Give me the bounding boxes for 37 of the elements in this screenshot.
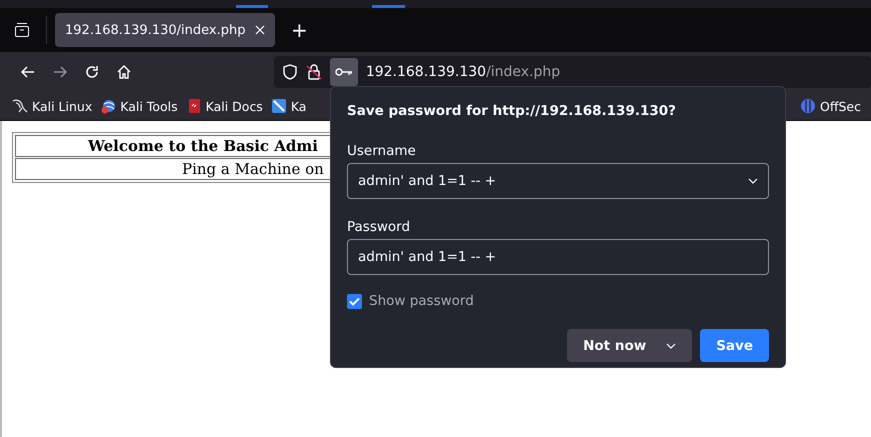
key-icon[interactable]	[334, 67, 353, 77]
not-now-button[interactable]: Not now	[567, 329, 692, 362]
logo-icon[interactable]	[800, 98, 816, 114]
shield-icon[interactable]	[282, 64, 298, 80]
globe-icon[interactable]	[100, 98, 116, 114]
bookmark-link[interactable]: Kali Tools	[120, 98, 178, 114]
checkbox-label[interactable]: Show password	[369, 293, 474, 309]
checkbox[interactable]	[347, 294, 362, 308]
popup-title: Save password for http://192.168.139.130?	[347, 103, 677, 119]
field-label: Password	[347, 219, 412, 235]
caret-icon[interactable]	[666, 342, 676, 348]
address-bar[interactable]: 192.168.139.130/index.php	[274, 56, 871, 88]
bookmark-link[interactable]: Kali Docs	[206, 98, 263, 114]
save-button[interactable]: Save	[700, 329, 769, 362]
field-label: Username	[347, 143, 417, 159]
page-heading: Welcome to the Basic Admi	[88, 137, 318, 155]
page-subheading: Ping a Machine on	[182, 160, 324, 178]
forward-icon[interactable]	[52, 64, 68, 80]
tab-indicator	[236, 5, 268, 8]
url-text: 192.168.139.130/index.php	[366, 64, 560, 80]
new-tab-button[interactable]: +	[283, 18, 316, 42]
tab-indicator	[372, 5, 405, 8]
tool-icon[interactable]	[270, 98, 287, 114]
reload-icon[interactable]	[84, 64, 100, 80]
username-field[interactable]: admin' and 1=1 -- +	[347, 163, 769, 199]
browser-tab[interactable]: 192.168.139.130/index.php	[55, 13, 275, 47]
dropdown-icon[interactable]	[748, 178, 758, 184]
bookmark-link[interactable]: OffSec	[820, 98, 861, 114]
password-field[interactable]: admin' and 1=1 -- +	[347, 239, 769, 275]
back-icon[interactable]	[20, 64, 36, 80]
home-icon[interactable]	[116, 64, 132, 80]
dragon-icon[interactable]	[12, 98, 28, 114]
insecure-lock-icon[interactable]	[306, 64, 322, 80]
close-icon[interactable]	[255, 25, 265, 35]
bookmark-link[interactable]: Ka	[290, 98, 306, 114]
bookmark-link[interactable]: Kali Linux	[32, 98, 92, 114]
tab-list-icon[interactable]	[14, 22, 30, 38]
